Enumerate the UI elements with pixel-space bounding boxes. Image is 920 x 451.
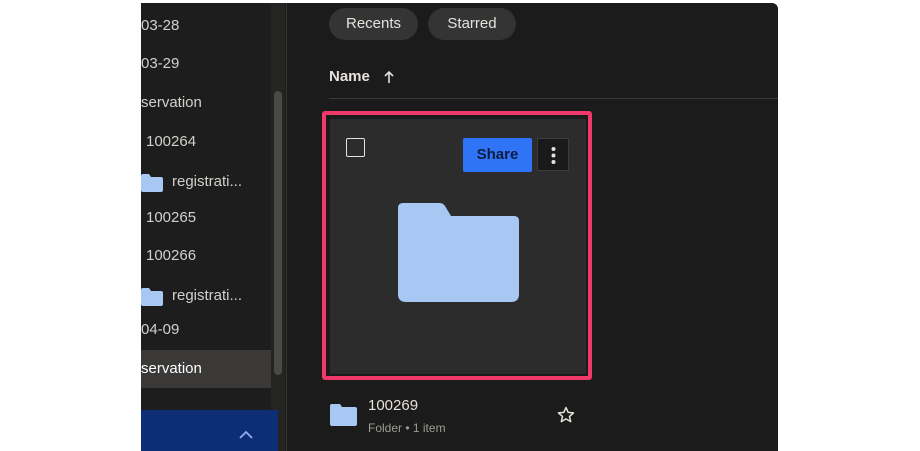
folder-icon [141, 174, 163, 192]
upload-status-bar[interactable] [141, 410, 278, 451]
arrow-up-icon [384, 70, 394, 83]
name-sort-header[interactable]: Name [329, 67, 394, 87]
sidebar-item-label: 03-29 [141, 55, 180, 72]
sidebar-item-active[interactable]: servation [141, 350, 271, 388]
name-column-label: Name [329, 68, 370, 85]
sidebar-item[interactable]: 04-09 [141, 312, 271, 348]
share-button[interactable]: Share [463, 138, 532, 172]
file-meta: Folder • 1 item [368, 421, 446, 435]
folder-icon [398, 203, 519, 302]
star-outline-icon[interactable] [557, 406, 575, 424]
folder-icon [330, 404, 357, 426]
sidebar-item-folder[interactable]: registrati... [141, 278, 271, 314]
app-window: 03-28 03-29 servation 100264 registrati.… [141, 3, 778, 451]
more-options-button[interactable] [537, 138, 569, 171]
sidebar-item[interactable]: 03-28 [141, 8, 271, 44]
kebab-menu-icon [551, 147, 556, 164]
select-checkbox[interactable] [346, 138, 365, 157]
main-content: Recents Starred Name Share 100269 Folder… [287, 3, 778, 451]
sidebar-item[interactable]: 03-29 [141, 46, 271, 82]
sidebar-item-label: servation [141, 360, 202, 377]
folder-card[interactable]: Share [330, 119, 586, 374]
sidebar-item[interactable]: 100266 [141, 238, 271, 274]
chevron-up-icon[interactable] [239, 430, 253, 440]
file-row[interactable]: 100269 Folder • 1 item [329, 395, 778, 445]
sidebar-item[interactable]: 100265 [141, 200, 271, 236]
sidebar-item-folder[interactable]: registrati... [141, 164, 271, 200]
sidebar-item-label: servation [141, 94, 202, 111]
sidebar-scrollbar-thumb[interactable] [274, 91, 282, 375]
sidebar-item-label: 100266 [146, 247, 197, 264]
sidebar-item[interactable]: 100264 [141, 124, 271, 160]
header-divider [329, 98, 778, 99]
file-name[interactable]: 100269 [368, 397, 418, 415]
folder-icon [141, 288, 163, 306]
sidebar-item-label: 03-28 [141, 17, 180, 34]
sidebar-item-label: 100265 [146, 209, 197, 226]
sidebar-item-label: 100264 [146, 133, 197, 150]
sidebar: 03-28 03-29 servation 100264 registrati.… [141, 3, 287, 451]
recents-filter-chip[interactable]: Recents [329, 8, 418, 40]
sidebar-item-label: 04-09 [141, 321, 180, 338]
sidebar-scrollbar[interactable] [271, 3, 285, 451]
sidebar-item[interactable]: servation [141, 85, 271, 121]
starred-filter-chip[interactable]: Starred [428, 8, 516, 40]
